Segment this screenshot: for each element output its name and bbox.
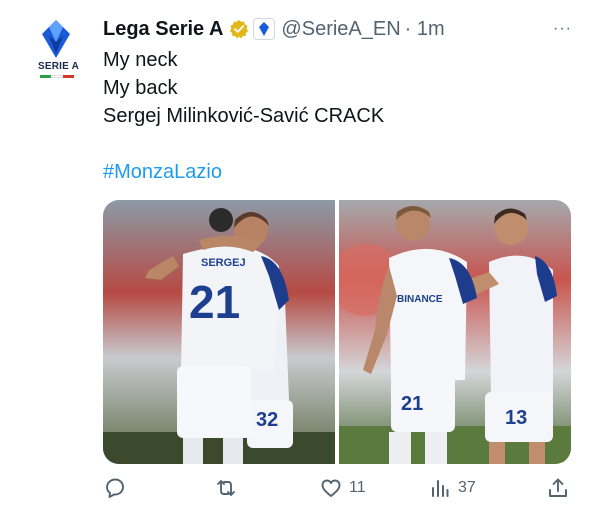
tweet-text: My neck My back Sergej Milinković-Savić … — [103, 46, 384, 130]
photo2-left-number: 21 — [401, 393, 423, 415]
share-icon — [549, 478, 567, 497]
players-celebrating-photo: 13 BINANCE 21 — [339, 200, 571, 464]
retweet-icon — [217, 480, 235, 496]
italian-flag-stripe — [40, 75, 74, 78]
photo-2[interactable]: 13 BINANCE 21 — [339, 200, 571, 464]
photo1-back-number: 32 — [256, 409, 278, 431]
heart-icon — [321, 479, 341, 497]
author-name[interactable]: Lega Serie A — [103, 18, 223, 41]
timestamp[interactable]: · 1m — [405, 18, 445, 41]
avatar[interactable]: SERIE A — [36, 18, 80, 84]
author-handle[interactable]: @SerieA_EN — [281, 18, 400, 41]
tweet-line: Sergej Milinković-Savić CRACK — [103, 105, 385, 127]
reply-icon — [106, 478, 124, 498]
tweet-media: 32 SERGEJ 21 13 BINANCE 21 — [103, 200, 571, 464]
serie-a-mini-icon — [259, 22, 270, 36]
reply-button[interactable] — [103, 476, 133, 500]
like-count: 11 — [349, 479, 366, 496]
views-button[interactable]: 37 — [428, 476, 476, 500]
players-embrace-photo: 32 SERGEJ 21 — [103, 200, 335, 464]
more-options-icon[interactable]: ··· — [553, 20, 572, 38]
verified-gold-badge-icon[interactable] — [229, 19, 249, 39]
tweet-line: My neck — [103, 49, 178, 71]
photo1-shirt-name: SERGEJ — [201, 257, 246, 269]
photo1-shirt-number: 21 — [189, 276, 240, 328]
views-count: 37 — [458, 479, 476, 496]
photo2-sponsor: BINANCE — [397, 294, 443, 305]
photo2-right-number: 13 — [505, 407, 527, 429]
tweet-line: My back — [103, 77, 178, 99]
like-button[interactable]: 11 — [319, 476, 366, 500]
serie-a-logo-icon — [42, 20, 70, 58]
retweet-button[interactable] — [214, 476, 244, 500]
avatar-wordmark: SERIE A — [38, 61, 80, 72]
views-chart-icon — [432, 480, 449, 497]
photo-1[interactable]: 32 SERGEJ 21 — [103, 200, 335, 464]
affiliate-badge-icon[interactable] — [253, 18, 276, 40]
hashtag-link[interactable]: #MonzaLazio — [103, 161, 222, 184]
tweet-actions: 11 37 — [103, 476, 573, 504]
tweet-header: Lega Serie A @SerieA_EN · 1m ··· — [103, 16, 580, 42]
share-button[interactable] — [546, 476, 570, 500]
